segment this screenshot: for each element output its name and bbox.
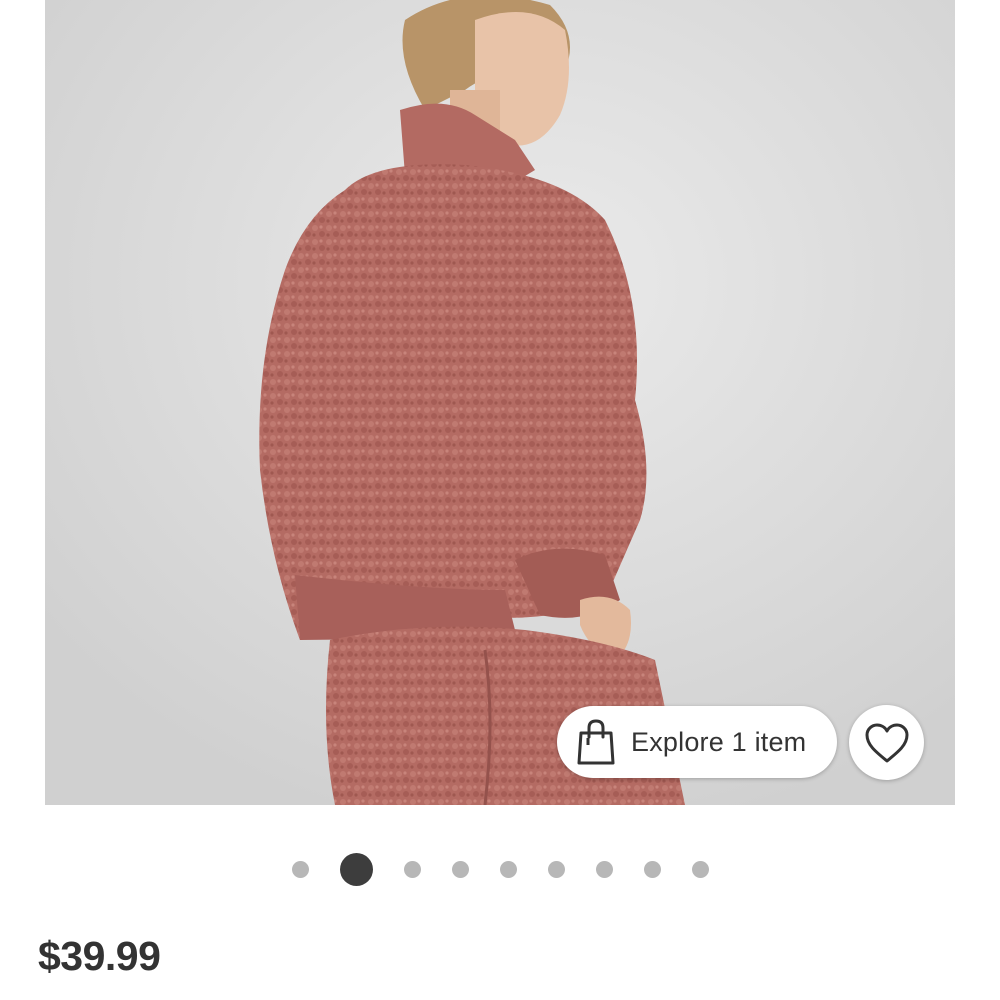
shopping-bag-icon [577, 719, 615, 765]
carousel-dot[interactable] [547, 860, 565, 878]
carousel-dot[interactable] [451, 860, 469, 878]
heart-outline-icon [865, 723, 908, 762]
carousel-dot-active[interactable] [339, 852, 373, 886]
carousel-dot[interactable] [691, 860, 709, 878]
carousel-dot[interactable] [403, 860, 421, 878]
carousel-dot[interactable] [499, 860, 517, 878]
product-price: $39.99 [38, 933, 161, 979]
carousel-pagination [0, 852, 1000, 886]
carousel-dot[interactable] [595, 860, 613, 878]
carousel-dot[interactable] [291, 860, 309, 878]
explore-items-label: Explore 1 item [631, 726, 807, 757]
favorite-button[interactable] [849, 705, 924, 780]
product-image[interactable] [45, 0, 955, 805]
explore-items-button[interactable]: Explore 1 item [557, 706, 837, 778]
product-photo-illustration [45, 0, 955, 805]
carousel-dot[interactable] [643, 860, 661, 878]
